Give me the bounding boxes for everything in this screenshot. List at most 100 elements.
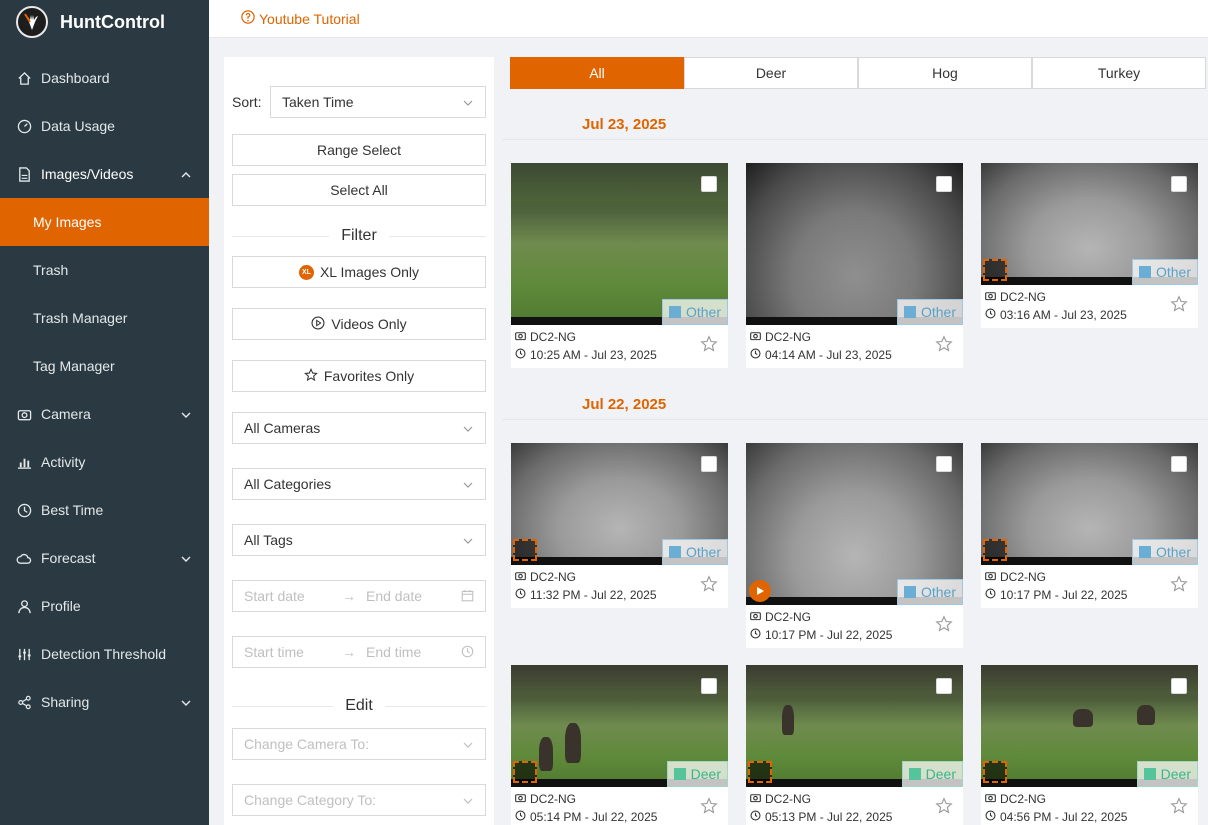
tag-label: Deer: [1160, 766, 1191, 782]
clock-icon: [515, 588, 526, 602]
edit-section-title: Edit: [232, 696, 486, 716]
favorite-star-icon[interactable]: [935, 615, 953, 636]
videos-only-button[interactable]: Videos Only: [232, 308, 486, 340]
camera-name: DC2-NG: [1000, 290, 1047, 304]
thumbnail-detail: [511, 665, 728, 705]
nav-item-forecast[interactable]: Forecast: [0, 534, 209, 582]
deer-shape: [1137, 705, 1155, 725]
cameras-select[interactable]: All Cameras: [232, 412, 486, 444]
favorites-only-button[interactable]: Favorites Only: [232, 360, 486, 392]
image-card[interactable]: Deer DC2-NG 05:13 PM - Jul 22, 2025: [746, 665, 963, 825]
xl-images-only-button[interactable]: XL XL Images Only: [232, 256, 486, 288]
select-checkbox[interactable]: [936, 176, 952, 192]
image-thumbnail[interactable]: Deer: [981, 665, 1198, 787]
start-time-input[interactable]: Start time: [244, 644, 342, 660]
select-checkbox[interactable]: [701, 456, 717, 472]
image-card[interactable]: Other DC2-NG 10:25 AM - Jul 23, 2025: [511, 163, 728, 368]
nav-item-my-images[interactable]: My Images: [0, 198, 209, 246]
nav-item-trash-manager[interactable]: Trash Manager: [0, 294, 209, 342]
card-meta: DC2-NG 04:56 PM - Jul 22, 2025: [981, 787, 1198, 825]
favorite-star-icon[interactable]: [1170, 295, 1188, 316]
tag-swatch: [668, 306, 681, 318]
time-range-picker[interactable]: Start time → End time: [232, 636, 486, 668]
nav-item-detection-threshold[interactable]: Detection Threshold: [0, 630, 209, 678]
image-thumbnail[interactable]: Deer: [511, 665, 728, 787]
select-checkbox[interactable]: [1171, 678, 1187, 694]
category-tag: Other: [661, 299, 728, 325]
filter-panel: Sort: Taken Time Range Select Select All…: [224, 57, 494, 825]
tags-select[interactable]: All Tags: [232, 524, 486, 556]
taken-time: 03:16 AM - Jul 23, 2025: [1000, 308, 1127, 322]
nav-label: Dashboard: [41, 70, 110, 86]
nav-item-best-time[interactable]: Best Time: [0, 486, 209, 534]
image-card[interactable]: Other DC2-NG 03:16 AM - Jul 23, 2025: [981, 163, 1198, 328]
nav-item-camera[interactable]: Camera: [0, 390, 209, 438]
nav-item-data-usage[interactable]: Data Usage: [0, 102, 209, 150]
taken-time: 05:14 PM - Jul 22, 2025: [530, 810, 658, 824]
favorite-star-icon[interactable]: [700, 335, 718, 356]
end-date-input[interactable]: End date: [366, 588, 422, 604]
favorite-star-icon[interactable]: [1170, 575, 1188, 596]
video-thumbnail[interactable]: Other: [746, 443, 963, 605]
taken-time: 04:14 AM - Jul 23, 2025: [765, 348, 892, 362]
filter-section-title: Filter: [232, 226, 486, 246]
select-checkbox[interactable]: [1171, 456, 1187, 472]
change-camera-select[interactable]: Change Camera To:: [232, 728, 486, 760]
play-icon[interactable]: [749, 580, 771, 602]
image-card[interactable]: Deer DC2-NG 05:14 PM - Jul 22, 2025: [511, 665, 728, 825]
select-checkbox[interactable]: [701, 678, 717, 694]
select-checkbox[interactable]: [1171, 176, 1187, 192]
chevron-down-icon: [181, 695, 191, 711]
tab-turkey[interactable]: Turkey: [1032, 57, 1206, 89]
nav-label: Profile: [41, 598, 81, 614]
date-range-picker[interactable]: Start date → End date: [232, 580, 486, 612]
end-time-input[interactable]: End time: [366, 644, 421, 660]
brand[interactable]: HuntControl: [0, 0, 209, 44]
select-all-button[interactable]: Select All: [232, 174, 486, 206]
select-checkbox[interactable]: [936, 456, 952, 472]
image-card[interactable]: Other DC2-NG 11:32 PM - Jul 22, 2025: [511, 443, 728, 608]
tab-all[interactable]: All: [510, 57, 684, 89]
category-tag: Deer: [1136, 761, 1198, 787]
camera-row: DC2-NG: [985, 790, 1194, 808]
change-category-select[interactable]: Change Category To:: [232, 784, 486, 816]
favorite-star-icon[interactable]: [700, 797, 718, 818]
sort-label: Sort:: [232, 94, 262, 110]
image-card[interactable]: Deer DC2-NG 04:56 PM - Jul 22, 2025: [981, 665, 1198, 825]
image-thumbnail[interactable]: Other: [746, 163, 963, 325]
nav-item-profile[interactable]: Profile: [0, 582, 209, 630]
nav-item-trash[interactable]: Trash: [0, 246, 209, 294]
tab-hog[interactable]: Hog: [858, 57, 1032, 89]
range-select-button[interactable]: Range Select: [232, 134, 486, 166]
image-thumbnail[interactable]: Deer: [746, 665, 963, 787]
nav-item-images-videos[interactable]: Images/Videos: [0, 150, 209, 198]
nav-label: Best Time: [41, 502, 104, 518]
select-checkbox[interactable]: [701, 176, 717, 192]
camera-name: DC2-NG: [530, 570, 577, 584]
favorite-star-icon[interactable]: [935, 335, 953, 356]
select-checkbox[interactable]: [936, 678, 952, 694]
image-card[interactable]: Other DC2-NG 10:17 PM - Jul 22, 2025: [981, 443, 1198, 608]
image-thumbnail[interactable]: Other: [981, 443, 1198, 565]
image-thumbnail[interactable]: Other: [511, 443, 728, 565]
favorite-star-icon[interactable]: [1170, 797, 1188, 818]
video-card[interactable]: Other DC2-NG 10:17 PM - Jul 22, 2025: [746, 443, 963, 648]
videos-only-label: Videos Only: [331, 316, 407, 332]
camera-row: DC2-NG: [985, 568, 1194, 586]
nav-item-activity[interactable]: Activity: [0, 438, 209, 486]
tab-deer[interactable]: Deer: [684, 57, 858, 89]
favorite-star-icon[interactable]: [700, 575, 718, 596]
image-thumbnail[interactable]: Other: [981, 163, 1198, 285]
start-date-input[interactable]: Start date: [244, 588, 342, 604]
youtube-tutorial-link[interactable]: Youtube Tutorial: [241, 10, 360, 27]
card-meta: DC2-NG 05:13 PM - Jul 22, 2025: [746, 787, 963, 825]
nav-item-tag-manager[interactable]: Tag Manager: [0, 342, 209, 390]
nav-item-sharing[interactable]: Sharing: [0, 678, 209, 726]
image-thumbnail[interactable]: Other: [511, 163, 728, 325]
clock-icon: [461, 645, 474, 661]
favorite-star-icon[interactable]: [935, 797, 953, 818]
image-card[interactable]: Other DC2-NG 04:14 AM - Jul 23, 2025: [746, 163, 963, 368]
nav-item-dashboard[interactable]: Dashboard: [0, 54, 209, 102]
categories-select[interactable]: All Categories: [232, 468, 486, 500]
sort-select[interactable]: Taken Time: [270, 86, 486, 118]
